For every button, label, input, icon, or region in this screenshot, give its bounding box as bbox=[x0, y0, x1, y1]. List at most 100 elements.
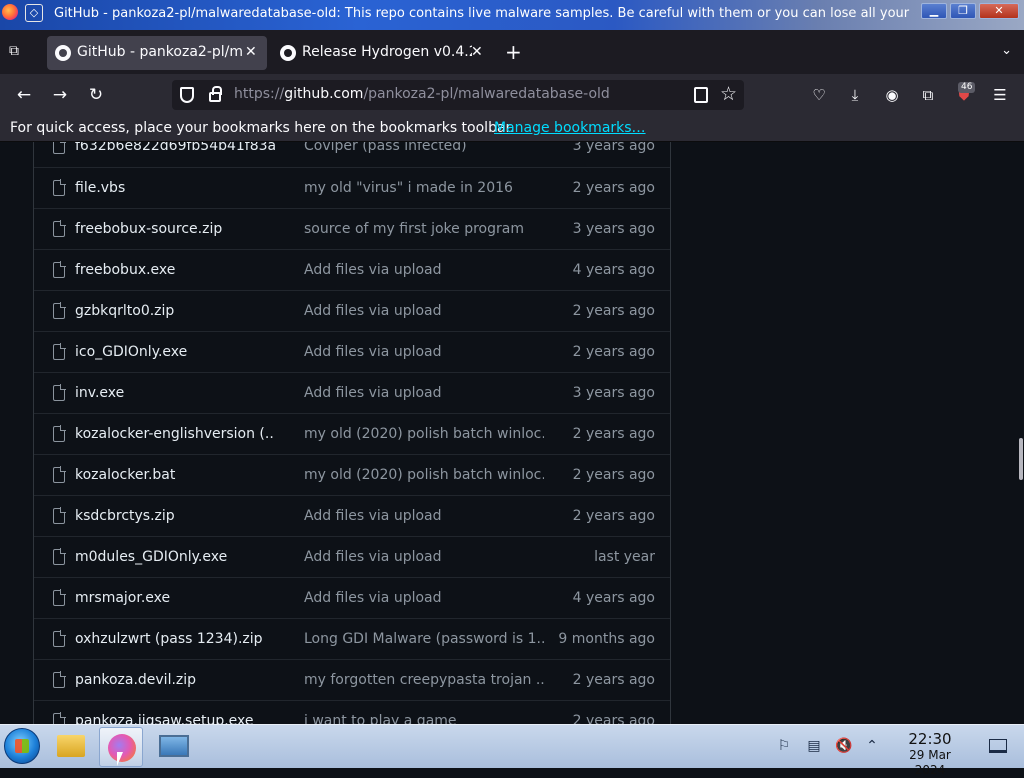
pocket-icon[interactable]: ♡ bbox=[808, 84, 830, 106]
file-name-link[interactable]: kozalocker.bat bbox=[75, 467, 275, 483]
file-name-link[interactable]: f632b6e822d69fb54b41f83a... bbox=[75, 142, 275, 154]
forward-button[interactable]: → bbox=[49, 84, 71, 106]
close-window-button[interactable]: ✕ bbox=[979, 3, 1019, 19]
file-name-link[interactable]: freebobux-source.zip bbox=[75, 221, 275, 237]
file-row[interactable]: kozalocker-englishversion (... my old (20… bbox=[34, 413, 670, 454]
file-row[interactable]: mrsmajor.exe Add files via upload 4 years … bbox=[34, 577, 670, 618]
commit-message-link[interactable]: Long GDI Malware (password is 1... bbox=[304, 631, 544, 647]
file-name-link[interactable]: ksdcbrctys.zip bbox=[75, 508, 275, 524]
file-icon bbox=[53, 630, 66, 647]
tracking-protection-shield-icon[interactable] bbox=[180, 87, 194, 103]
tab-label: GitHub - pankoza2-pl/ma bbox=[77, 44, 242, 60]
file-name-link[interactable]: oxhzulzwrt (pass 1234).zip bbox=[75, 631, 275, 647]
tab-close-icon[interactable]: ✕ bbox=[471, 44, 483, 60]
commit-message-link[interactable]: Coviper (pass infected) bbox=[304, 142, 544, 154]
commit-age: 3 years ago bbox=[572, 385, 655, 401]
back-button[interactable]: ← bbox=[13, 84, 35, 106]
downloads-icon[interactable]: ⤓ bbox=[844, 84, 866, 106]
file-name-link[interactable]: gzbkqrlto0.zip bbox=[75, 303, 275, 319]
file-row[interactable]: file.vbs my old "virus" i made in 2016 2 y… bbox=[34, 167, 670, 208]
file-name-link[interactable]: mrsmajor.exe bbox=[75, 590, 275, 606]
file-name-link[interactable]: kozalocker-englishversion (... bbox=[75, 426, 275, 442]
tab-release-hydrogen[interactable]: Release Hydrogen v0.4.2 ✕ bbox=[272, 36, 490, 70]
file-icon bbox=[53, 261, 66, 278]
tabs-menu-chevron-icon[interactable]: ⌄ bbox=[1001, 43, 1012, 58]
file-list: f632b6e822d69fb54b41f83a... Coviper (pass… bbox=[33, 142, 671, 724]
clipboard-tray-icon[interactable]: ▤ bbox=[805, 737, 823, 755]
reader-view-icon[interactable] bbox=[694, 87, 708, 103]
file-icon bbox=[53, 302, 66, 319]
minimize-button[interactable]: ▁ bbox=[921, 3, 947, 19]
file-row[interactable]: f632b6e822d69fb54b41f83a... Coviper (pass… bbox=[34, 142, 670, 167]
close-icon: ✕ bbox=[994, 4, 1004, 17]
tab-strip: ⧉ GitHub - pankoza2-pl/ma ✕ Release Hydr… bbox=[0, 30, 1024, 74]
hamburger-menu-icon[interactable]: ☰ bbox=[989, 84, 1011, 106]
network-tray-icon[interactable]: ⚐ bbox=[775, 737, 793, 755]
extension-badge-count: 46 bbox=[958, 82, 976, 93]
commit-message-link[interactable]: Add files via upload bbox=[304, 590, 544, 606]
lock-icon[interactable] bbox=[209, 86, 222, 102]
manage-bookmarks-link[interactable]: Manage bookmarks… bbox=[494, 120, 646, 136]
commit-message-link[interactable]: source of my first joke program bbox=[304, 221, 544, 237]
file-icon bbox=[53, 142, 66, 154]
file-name-link[interactable]: ico_GDIOnly.exe bbox=[75, 344, 275, 360]
commit-age: last year bbox=[594, 549, 655, 565]
file-name-link[interactable]: file.vbs bbox=[75, 180, 275, 196]
list-all-tabs-icon[interactable]: ⧉ bbox=[9, 43, 29, 61]
commit-message-link[interactable]: Add files via upload bbox=[304, 385, 544, 401]
reload-icon: ↻ bbox=[88, 85, 104, 105]
commit-message-link[interactable]: my forgotten creepypasta trojan ... bbox=[304, 672, 544, 688]
commit-message-link[interactable]: Add files via upload bbox=[304, 549, 544, 565]
file-row[interactable]: pankoza.jigsaw.setup.exe i want to play a… bbox=[34, 700, 670, 724]
page-scrollbar-thumb[interactable] bbox=[1019, 438, 1023, 480]
start-button[interactable] bbox=[4, 728, 40, 764]
extensions-icon[interactable]: ⧉ bbox=[917, 84, 939, 106]
window-pin-icon[interactable]: ◇ bbox=[25, 4, 43, 22]
file-name-link[interactable]: m0dules_GDIOnly.exe bbox=[75, 549, 275, 565]
taskbar-control-panel[interactable] bbox=[151, 727, 195, 767]
commit-message-link[interactable]: my old (2020) polish batch winloc... bbox=[304, 467, 544, 483]
commit-message-link[interactable]: my old (2020) polish batch winloc... bbox=[304, 426, 544, 442]
file-row[interactable]: oxhzulzwrt (pass 1234).zip Long GDI Malwa… bbox=[34, 618, 670, 659]
file-name-link[interactable]: freebobux.exe bbox=[75, 262, 275, 278]
url-text[interactable]: https://github.com/pankoza2-pl/malwareda… bbox=[234, 86, 610, 102]
file-row[interactable]: gzbkqrlto0.zip Add files via upload 2 year… bbox=[34, 290, 670, 331]
commit-message-link[interactable]: Add files via upload bbox=[304, 508, 544, 524]
account-icon[interactable]: ◉ bbox=[881, 84, 903, 106]
tab-label: Release Hydrogen v0.4.2 bbox=[302, 44, 472, 60]
file-icon bbox=[53, 466, 66, 483]
commit-message-link[interactable]: Add files via upload bbox=[304, 344, 544, 360]
commit-message-link[interactable]: Add files via upload bbox=[304, 303, 544, 319]
commit-message-link[interactable]: i want to play a game bbox=[304, 713, 544, 724]
new-tab-button[interactable]: + bbox=[505, 42, 522, 62]
commit-message-link[interactable]: my old "virus" i made in 2016 bbox=[304, 180, 544, 196]
file-icon bbox=[53, 179, 66, 196]
file-row[interactable]: inv.exe Add files via upload 3 years ago bbox=[34, 372, 670, 413]
folder-icon bbox=[57, 735, 85, 757]
show-hidden-icons-chevron-icon[interactable]: ⌃ bbox=[863, 737, 881, 755]
file-row[interactable]: m0dules_GDIOnly.exe Add files via upload l… bbox=[34, 536, 670, 577]
url-bar[interactable]: https://github.com/pankoza2-pl/malwareda… bbox=[172, 80, 744, 110]
taskbar-file-explorer[interactable] bbox=[49, 727, 93, 767]
file-row[interactable]: pankoza.devil.zip my forgotten creepypast… bbox=[34, 659, 670, 700]
file-name-link[interactable]: pankoza.jigsaw.setup.exe bbox=[75, 713, 275, 724]
commit-message-link[interactable]: Add files via upload bbox=[304, 262, 544, 278]
bookmark-star-icon[interactable]: ☆ bbox=[720, 83, 737, 105]
file-row[interactable]: freebobux.exe Add files via upload 4 years… bbox=[34, 249, 670, 290]
file-row[interactable]: kozalocker.bat my old (2020) polish batch… bbox=[34, 454, 670, 495]
file-row[interactable]: ksdcbrctys.zip Add files via upload 2 year… bbox=[34, 495, 670, 536]
file-row[interactable]: ico_GDIOnly.exe Add files via upload 2 yea… bbox=[34, 331, 670, 372]
volume-muted-icon[interactable]: 🔇 bbox=[835, 737, 853, 755]
minimize-icon: ▁ bbox=[929, 4, 939, 17]
reload-button[interactable]: ↻ bbox=[85, 84, 107, 106]
system-clock[interactable]: 22:30 29 Mar 2024 bbox=[892, 730, 968, 778]
show-desktop-icon[interactable] bbox=[989, 739, 1007, 753]
file-row[interactable]: freebobux-source.zip source of my first j… bbox=[34, 208, 670, 249]
restore-button[interactable]: ❐ bbox=[950, 3, 976, 19]
tab-close-icon[interactable]: ✕ bbox=[245, 44, 257, 60]
bookmarks-toolbar: For quick access, place your bookmarks h… bbox=[0, 116, 1024, 142]
file-name-link[interactable]: pankoza.devil.zip bbox=[75, 672, 275, 688]
file-name-link[interactable]: inv.exe bbox=[75, 385, 275, 401]
tab-github-repo[interactable]: GitHub - pankoza2-pl/ma ✕ bbox=[47, 36, 267, 70]
firefox-logo-icon[interactable] bbox=[2, 4, 18, 20]
